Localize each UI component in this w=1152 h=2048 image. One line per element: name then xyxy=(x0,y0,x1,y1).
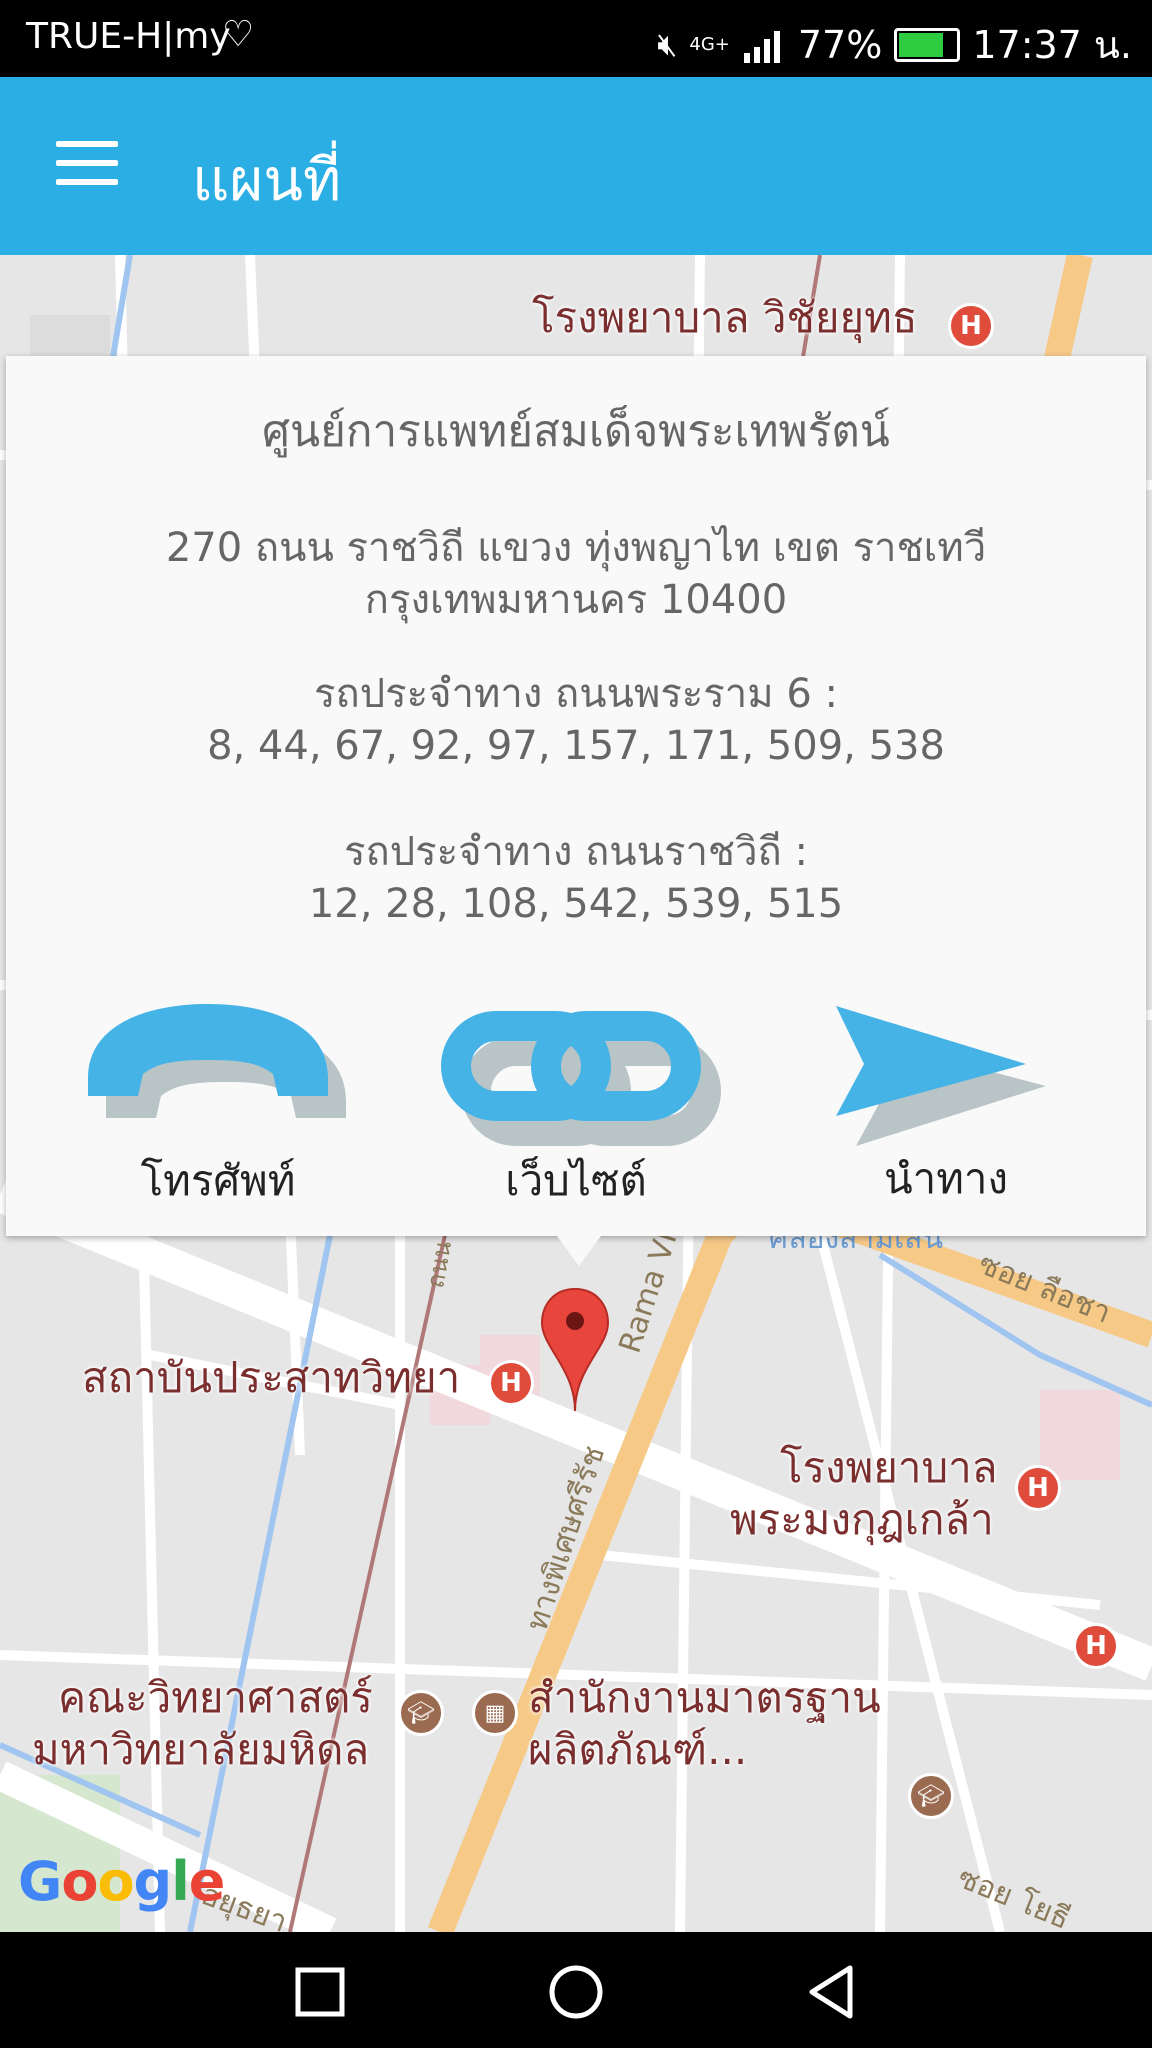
mute-icon: 🔇︎ xyxy=(657,25,678,63)
info-window-pointer xyxy=(557,1236,601,1266)
address-line-1: 270 ถนน ราชวิถี แขวง ทุ่งพญาไท เขต ราชเท… xyxy=(165,525,987,571)
navigation-arrow-icon xyxy=(836,1006,1046,1146)
directions-label: นำทาง xyxy=(883,1154,1009,1203)
app-bar: แผนที่ xyxy=(0,77,1152,255)
address-line-2: กรุงเทพมหานคร 10400 xyxy=(364,577,788,623)
place-name: ศูนย์การแพทย์สมเด็จพระเทพรัตน์ xyxy=(262,406,890,457)
battery-percent: 77% xyxy=(797,22,883,67)
page-title: แผนที่ xyxy=(192,146,342,214)
directions-button[interactable]: นำทาง xyxy=(796,996,1096,1212)
school-icon: 🎓︎ xyxy=(908,1773,954,1819)
hospital-icon: H xyxy=(948,303,994,349)
hospital-icon: H xyxy=(1073,1623,1119,1669)
map-label-institute: สถาบันประสาทวิทยา xyxy=(82,1353,461,1402)
bus-rama6-routes: 8, 44, 67, 92, 97, 157, 171, 509, 538 xyxy=(207,723,945,769)
phone-button[interactable]: โทรศัพท์ xyxy=(68,996,368,1214)
map-label-hospital-vichaiyut: โรงพยาบาล วิชัยยุทธ xyxy=(532,293,918,342)
bus-ratchawithi-label: รถประจำทาง ถนนราชวิถี : xyxy=(344,829,808,875)
signal-icon xyxy=(742,28,786,63)
website-button[interactable]: เว็บไซต์ xyxy=(426,996,726,1214)
hospital-icon: H xyxy=(488,1360,534,1406)
hospital-icon: H xyxy=(1015,1465,1061,1511)
battery-icon xyxy=(894,27,961,62)
home-icon[interactable] xyxy=(546,1962,606,2022)
status-bar: TRUE-H|my ♡ 🔇︎ 4G+ 77% 17:37 น. xyxy=(0,0,1152,77)
menu-icon[interactable] xyxy=(56,141,118,191)
info-window: ศูนย์การแพทย์สมเด็จพระเทพรัตน์ 270 ถนน ร… xyxy=(6,356,1146,1236)
phone-label: โทรศัพท์ xyxy=(140,1156,296,1205)
system-nav-bar xyxy=(0,1932,1152,2048)
bus-rama6-label: รถประจำทาง ถนนพระราม 6 : xyxy=(314,671,838,717)
google-logo: Google xyxy=(18,1850,225,1913)
carrier-name: TRUE-H|my xyxy=(26,16,231,57)
health-icon: ♡ xyxy=(222,14,255,55)
map-label-hospital-line2: พระมงกุฎเกล้า xyxy=(730,1495,994,1544)
clock: 17:37 น. xyxy=(972,23,1132,67)
status-right: 🔇︎ 4G+ 77% 17:37 น. xyxy=(657,14,1132,75)
phone-icon xyxy=(88,1004,346,1118)
bus-ratchawithi-routes: 12, 28, 108, 542, 539, 515 xyxy=(308,881,844,927)
office-icon: ▦ xyxy=(472,1690,518,1736)
road-label-thanon: ถนน xyxy=(421,1238,458,1291)
network-type: 4G+ xyxy=(689,34,730,55)
back-icon[interactable] xyxy=(802,1962,862,2022)
website-label: เว็บไซต์ xyxy=(505,1156,647,1205)
recents-icon[interactable] xyxy=(290,1962,350,2022)
map-label-office-line2: ผลิตภัณฑ์... xyxy=(528,1725,748,1774)
link-icon xyxy=(441,1011,721,1146)
location-marker-icon[interactable] xyxy=(540,1285,610,1415)
school-icon: 🎓︎ xyxy=(398,1690,444,1736)
map-label-faculty-line2: มหาวิทยาลัยมหิดล xyxy=(32,1725,370,1774)
